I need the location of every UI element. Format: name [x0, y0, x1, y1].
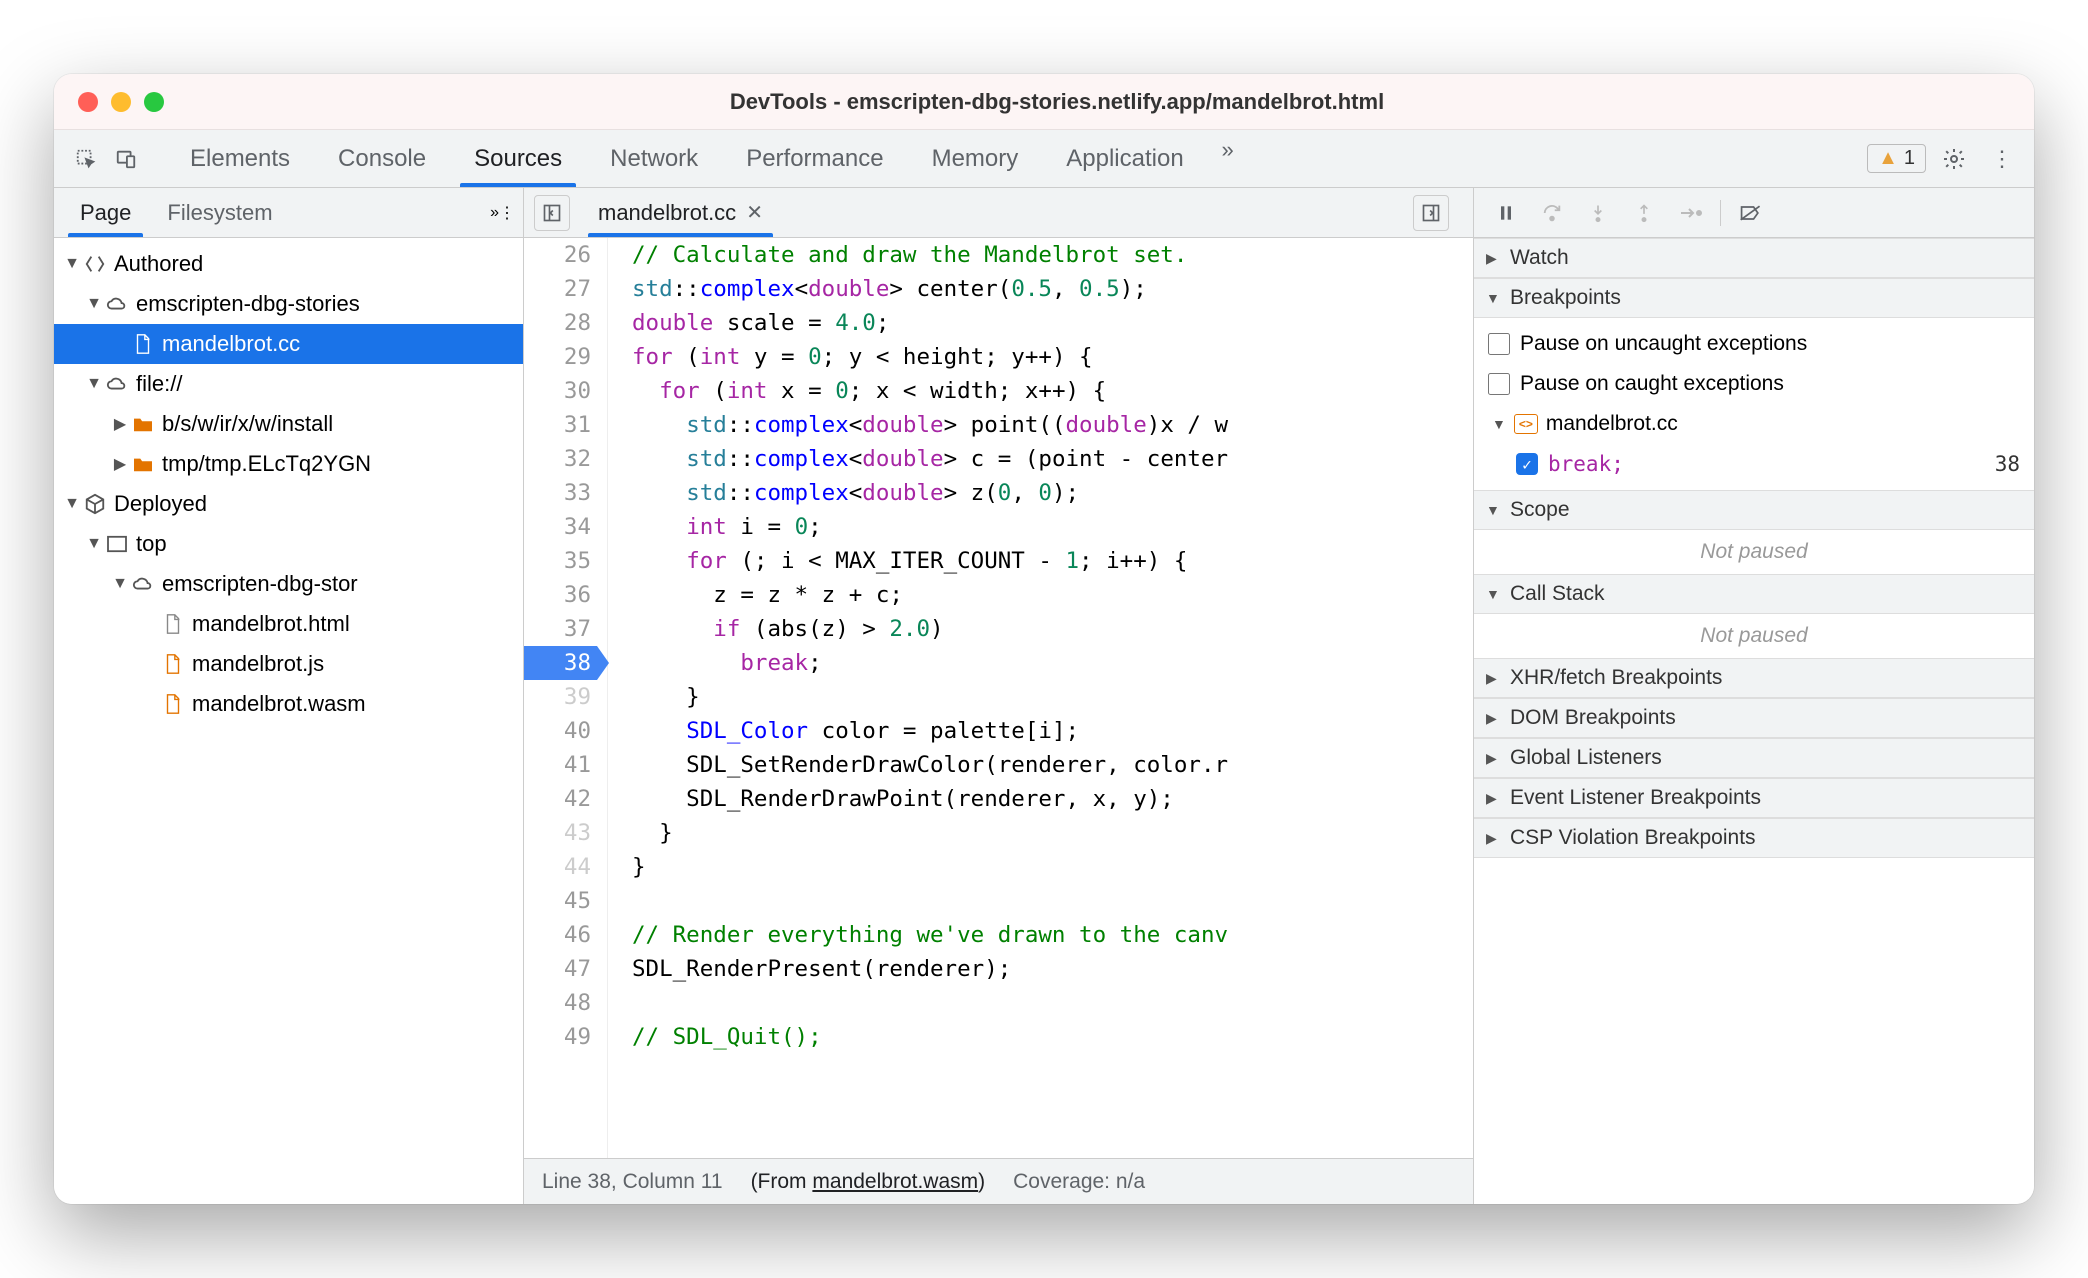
- tree-folder-tmp[interactable]: ▶ tmp/tmp.ELcTq2YGN: [54, 444, 523, 484]
- section-dom-breakpoints[interactable]: ▶DOM Breakpoints: [1474, 698, 2034, 738]
- cloud-icon: [104, 295, 130, 313]
- warnings-badge[interactable]: ▲ 1: [1867, 144, 1926, 173]
- source-origin[interactable]: (From mandelbrot.wasm): [751, 1170, 986, 1194]
- cloud-icon: [104, 375, 130, 393]
- tab-memory[interactable]: Memory: [908, 130, 1043, 187]
- step-over-button[interactable]: [1532, 195, 1572, 231]
- tree-file-html[interactable]: mandelbrot.html: [54, 604, 523, 644]
- file-tree: ▼ Authored ▼ emscripten-dbg-stories mand…: [54, 238, 523, 1204]
- navigator-kebab-icon[interactable]: ⋮: [499, 203, 515, 223]
- section-breakpoints[interactable]: ▼Breakpoints: [1474, 278, 2034, 318]
- line-gutter[interactable]: 2627282930313233343536373839404142434445…: [524, 238, 608, 1158]
- cursor-position: Line 38, Column 11: [542, 1170, 723, 1194]
- settings-icon[interactable]: [1934, 139, 1974, 179]
- scope-not-paused: Not paused: [1474, 530, 2034, 574]
- toggle-debugger-icon[interactable]: [1413, 195, 1449, 231]
- editor-statusbar: Line 38, Column 11 (From mandelbrot.wasm…: [524, 1158, 1473, 1204]
- breakpoint-checkbox[interactable]: ✓: [1516, 453, 1538, 475]
- titlebar: DevTools - emscripten-dbg-stories.netlif…: [54, 74, 2034, 130]
- tree-domain-deployed[interactable]: ▼ emscripten-dbg-stor: [54, 564, 523, 604]
- file-icon: [130, 333, 156, 355]
- section-csp-breakpoints[interactable]: ▶CSP Violation Breakpoints: [1474, 818, 2034, 858]
- section-event-breakpoints[interactable]: ▶Event Listener Breakpoints: [1474, 778, 2034, 818]
- main-content: Page Filesystem » ⋮ ▼ Authored ▼ emscrip…: [54, 188, 2034, 1204]
- tree-file-mandelbrot-cc[interactable]: mandelbrot.cc: [54, 324, 523, 364]
- code-editor[interactable]: 2627282930313233343536373839404142434445…: [524, 238, 1473, 1158]
- inspect-element-icon[interactable]: [66, 139, 106, 179]
- close-window-button[interactable]: [78, 92, 98, 112]
- source-file-icon: <>: [1514, 414, 1538, 434]
- tree-file-scheme[interactable]: ▼ file://: [54, 364, 523, 404]
- tree-file-wasm[interactable]: mandelbrot.wasm: [54, 684, 523, 724]
- tree-top[interactable]: ▼ top: [54, 524, 523, 564]
- tab-elements[interactable]: Elements: [166, 130, 314, 187]
- window-title: DevTools - emscripten-dbg-stories.netlif…: [164, 89, 2010, 115]
- pause-caught-checkbox[interactable]: Pause on caught exceptions: [1488, 364, 2020, 404]
- zoom-window-button[interactable]: [144, 92, 164, 112]
- step-out-button[interactable]: [1624, 195, 1664, 231]
- devtools-window: DevTools - emscripten-dbg-stories.netlif…: [54, 74, 2034, 1204]
- file-wasm-icon: [160, 693, 186, 715]
- tree-authored[interactable]: ▼ Authored: [54, 244, 523, 284]
- navigator-tab-page[interactable]: Page: [62, 188, 149, 237]
- tab-sources[interactable]: Sources: [450, 130, 586, 187]
- file-icon: [160, 613, 186, 635]
- pause-button[interactable]: [1486, 195, 1526, 231]
- frame-icon: [104, 535, 130, 553]
- section-watch[interactable]: ▶Watch: [1474, 238, 2034, 278]
- traffic-lights: [78, 92, 164, 112]
- kebab-menu-icon[interactable]: ⋮: [1982, 139, 2022, 179]
- tree-domain-authored[interactable]: ▼ emscripten-dbg-stories: [54, 284, 523, 324]
- coverage-status: Coverage: n/a: [1013, 1170, 1145, 1194]
- navigator-sidebar: Page Filesystem » ⋮ ▼ Authored ▼ emscrip…: [54, 188, 524, 1204]
- folder-icon: [130, 455, 156, 473]
- more-tabs-icon[interactable]: »: [1208, 130, 1248, 170]
- file-js-icon: [160, 653, 186, 675]
- section-xhr-breakpoints[interactable]: ▶XHR/fetch Breakpoints: [1474, 658, 2034, 698]
- minimize-window-button[interactable]: [111, 92, 131, 112]
- navigator-more-tabs-icon[interactable]: »: [490, 204, 499, 222]
- navigator-tab-filesystem[interactable]: Filesystem: [149, 188, 290, 237]
- toggle-navigator-icon[interactable]: [534, 195, 570, 231]
- tree-deployed[interactable]: ▼ Deployed: [54, 484, 523, 524]
- tab-network[interactable]: Network: [586, 130, 722, 187]
- pause-uncaught-checkbox[interactable]: Pause on uncaught exceptions: [1488, 324, 2020, 364]
- breakpoints-body: Pause on uncaught exceptions Pause on ca…: [1474, 318, 2034, 490]
- folder-icon: [130, 415, 156, 433]
- callstack-not-paused: Not paused: [1474, 614, 2034, 658]
- navigator-tabs: Page Filesystem » ⋮: [54, 188, 523, 238]
- tab-performance[interactable]: Performance: [722, 130, 907, 187]
- tree-folder-install[interactable]: ▶ b/s/w/ir/x/w/install: [54, 404, 523, 444]
- warning-icon: ▲: [1878, 147, 1898, 170]
- main-tabstrip: Elements Console Sources Network Perform…: [54, 130, 2034, 188]
- section-global-listeners[interactable]: ▶Global Listeners: [1474, 738, 2034, 778]
- breakpoint-file-row[interactable]: ▼ <> mandelbrot.cc: [1488, 404, 2020, 444]
- tab-application[interactable]: Application: [1042, 130, 1207, 187]
- brackets-icon: [82, 253, 108, 275]
- breakpoint-line-row[interactable]: ✓ break; 38: [1488, 444, 2020, 484]
- step-button[interactable]: [1670, 195, 1710, 231]
- code-content[interactable]: // Calculate and draw the Mandelbrot set…: [608, 238, 1473, 1158]
- cube-icon: [82, 493, 108, 515]
- cloud-icon: [130, 575, 156, 593]
- debugger-toolbar: [1474, 188, 2034, 238]
- close-tab-icon[interactable]: ✕: [746, 200, 763, 225]
- warning-count: 1: [1904, 147, 1915, 170]
- device-toggle-icon[interactable]: [106, 139, 146, 179]
- section-callstack[interactable]: ▼Call Stack: [1474, 574, 2034, 614]
- tree-file-js[interactable]: mandelbrot.js: [54, 644, 523, 684]
- panel-tabs: Elements Console Sources Network Perform…: [166, 130, 1867, 187]
- file-tab-label: mandelbrot.cc: [598, 200, 736, 226]
- debug-accordion: ▶Watch ▼Breakpoints Pause on uncaught ex…: [1474, 238, 2034, 858]
- editor-tabs: mandelbrot.cc ✕: [524, 188, 1473, 238]
- section-scope[interactable]: ▼Scope: [1474, 490, 2034, 530]
- step-into-button[interactable]: [1578, 195, 1618, 231]
- tab-console[interactable]: Console: [314, 130, 450, 187]
- file-tab-mandelbrot-cc[interactable]: mandelbrot.cc ✕: [584, 188, 777, 237]
- editor-area: mandelbrot.cc ✕ 262728293031323334353637…: [524, 188, 1474, 1204]
- deactivate-breakpoints-button[interactable]: [1731, 195, 1771, 231]
- debugger-pane: ▶Watch ▼Breakpoints Pause on uncaught ex…: [1474, 188, 2034, 1204]
